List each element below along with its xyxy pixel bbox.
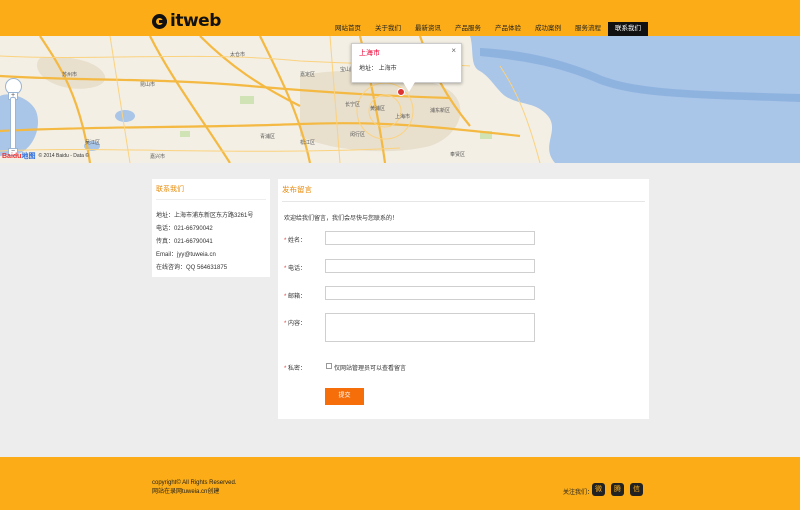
map-label-taicang: 太仓市 <box>230 51 245 58</box>
nav-item-contact[interactable]: 联系我们 <box>608 22 648 36</box>
map-info-popup: 上海市 地址： 上海市 × <box>351 43 462 83</box>
contact-email[interactable]: Email：jyy@tuweia.cn <box>156 249 266 262</box>
nav-item-home[interactable]: 网站首页 <box>328 22 368 36</box>
email-input[interactable] <box>325 286 535 300</box>
zoom-slider[interactable] <box>10 97 16 155</box>
map-label-fengxian: 奉贤区 <box>450 151 465 158</box>
map-label-qingpu: 青浦区 <box>260 133 275 140</box>
site-footer: copyright© All Rights Reserved. 网站在录网tuw… <box>0 457 800 510</box>
nav-item-process[interactable]: 服务流程 <box>568 22 608 36</box>
privacy-label: * 私密： <box>284 366 307 372</box>
contact-fax: 传真：021-66790041 <box>156 239 213 245</box>
phone-input[interactable] <box>325 259 535 273</box>
main-nav: 网站首页 关于我们 最新资讯 产品服务 产品体验 成功案例 服务流程 联系我们 <box>328 22 648 36</box>
map-label-suzhou: 苏州市 <box>62 71 77 78</box>
copyright-text: copyright© All Rights Reserved. <box>152 480 237 486</box>
map-copyright-text: © 2014 Baidu - Data © <box>38 153 89 159</box>
popup-address: 地址： 上海市 <box>359 66 397 72</box>
map-label-jiading: 嘉定区 <box>300 71 315 78</box>
map-label-kunshan: 昆山市 <box>140 81 155 88</box>
form-intro: 欢迎给我们留言，我们会尽快与您联系的！ <box>284 216 399 222</box>
tencent-weibo-icon[interactable]: 腾 <box>611 483 624 496</box>
contact-sidebar: 联系我们 地址：上海市浦东新区东方路3261号 电话：021-66790042 … <box>152 179 270 277</box>
privacy-option-label[interactable]: 仅网站管理员可以查看留言 <box>334 363 406 372</box>
privacy-checkbox[interactable] <box>326 363 332 369</box>
baidu-map[interactable]: 苏州市 上海市 浦东新区 黄浦区 长宁区 嘉定区 宝山区 松江区 青浦区 闵行区… <box>0 36 800 163</box>
site-logo[interactable]: itweb <box>152 11 221 31</box>
map-label-shanghai: 上海市 <box>395 113 410 120</box>
weibo-icon[interactable]: 微 <box>592 483 605 496</box>
form-title: 发布留言 <box>282 184 645 202</box>
contact-phone: 电话：021-66790042 <box>156 226 213 232</box>
email-label: * 邮箱： <box>284 294 307 300</box>
nav-item-cases[interactable]: 成功案例 <box>528 22 568 36</box>
name-input[interactable] <box>325 231 535 245</box>
contact-qq[interactable]: 在线咨询：QQ 564631875 <box>156 262 266 275</box>
follow-label: 关注我们： <box>563 490 594 496</box>
phone-label: * 电话： <box>284 266 307 272</box>
map-label-jiaxing: 嘉兴市 <box>150 153 165 160</box>
nav-item-products[interactable]: 产品服务 <box>448 22 488 36</box>
popup-tail <box>403 82 415 92</box>
wechat-icon[interactable]: 信 <box>630 483 643 496</box>
baidu-logo[interactable]: Baidu地图 <box>2 151 35 161</box>
map-label-minhang: 闵行区 <box>350 131 365 138</box>
powered-by-link[interactable]: 网站在录网tuweia.cn创建 <box>152 488 236 497</box>
map-label-changning: 长宁区 <box>345 101 360 108</box>
content-textarea[interactable] <box>325 313 535 342</box>
map-label-pudong: 浦东新区 <box>430 107 450 114</box>
map-label-wujiang: 吴江区 <box>85 139 100 146</box>
footer-copyright: copyright© All Rights Reserved. 网站在录网tuw… <box>152 479 236 497</box>
submit-button[interactable]: 提交 <box>325 388 364 405</box>
nav-item-about[interactable]: 关于我们 <box>368 22 408 36</box>
nav-item-news[interactable]: 最新资讯 <box>408 22 448 36</box>
logo-icon <box>152 13 167 29</box>
map-copyright: Baidu地图 © 2014 Baidu - Data © <box>2 151 89 161</box>
popup-title: 上海市 <box>359 50 380 57</box>
map-label-huangpu: 黄浦区 <box>370 105 385 112</box>
message-form: 发布留言 欢迎给我们留言，我们会尽快与您联系的！ * 姓名： * 电话： * 邮… <box>278 179 649 419</box>
popup-close-icon[interactable]: × <box>451 46 456 55</box>
logo-text: itweb <box>170 11 221 31</box>
nav-item-experience[interactable]: 产品体验 <box>488 22 528 36</box>
map-label-songjiang: 松江区 <box>300 139 315 146</box>
site-header: itweb 网站首页 关于我们 最新资讯 产品服务 产品体验 成功案例 服务流程… <box>0 0 800 36</box>
content-label: * 内容： <box>284 321 307 327</box>
contact-address: 地址：上海市浦东新区东方路3261号 <box>156 213 254 219</box>
name-label: * 姓名： <box>284 238 307 244</box>
contact-title: 联系我们 <box>156 184 266 200</box>
